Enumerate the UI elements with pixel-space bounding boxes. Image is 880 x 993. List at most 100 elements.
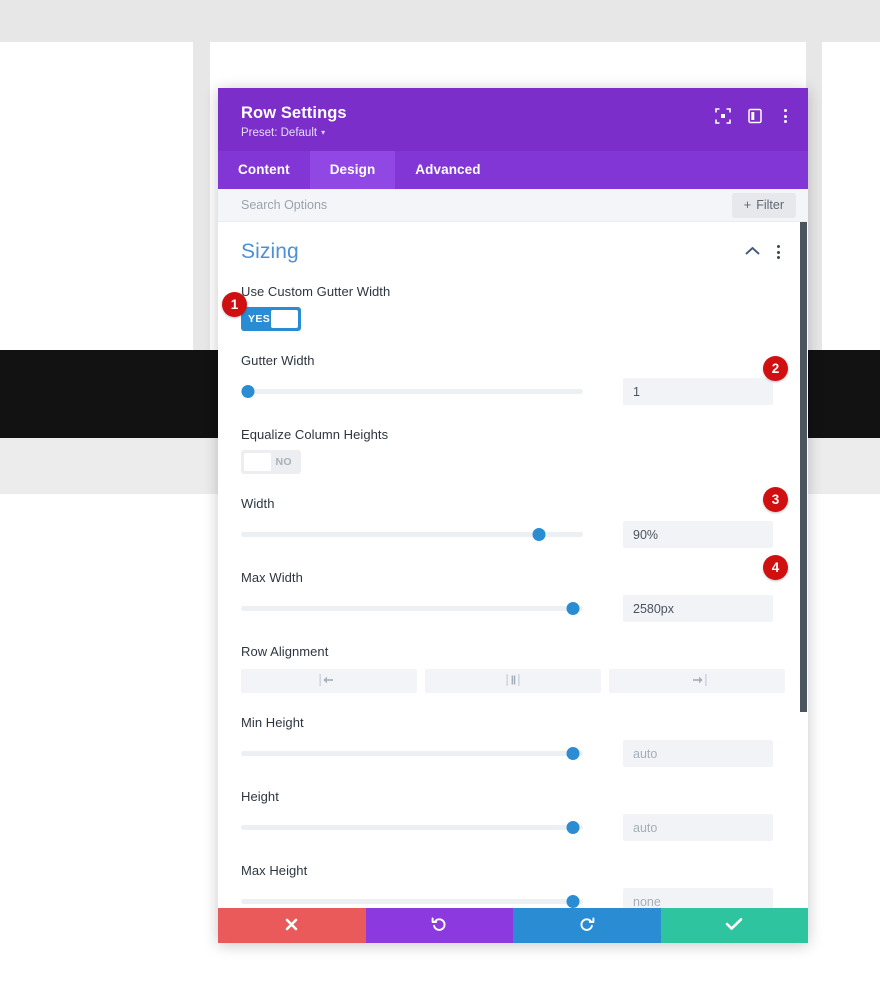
field-gutter-width: Gutter Width [241,331,785,405]
modal-header-titles: Row Settings Preset: Default ▾ [241,103,347,140]
input-gutter-width[interactable] [623,378,773,405]
callout-badge-2: 2 [763,356,788,381]
modal-scrollbar-track[interactable] [799,222,808,908]
field-label-gutter-width: Gutter Width [241,353,315,368]
callout-badge-4: 4 [763,555,788,580]
screen-root: Row Settings Preset: Default ▾ Content D… [0,0,880,993]
preset-selector[interactable]: Preset: Default ▾ [241,126,347,140]
check-icon [725,917,743,934]
chevron-up-icon[interactable] [745,243,760,261]
toggle-knob [244,453,271,471]
slider-thumb[interactable] [532,528,546,541]
tab-content[interactable]: Content [218,151,310,189]
height-row [241,814,785,841]
layout-panel-icon[interactable] [747,108,763,124]
redo-icon [578,916,595,936]
field-width: Width [241,474,785,548]
save-button[interactable] [660,908,808,943]
slider-gutter-width[interactable] [241,382,583,402]
input-max-width[interactable] [623,595,773,622]
tab-design[interactable]: Design [309,151,396,189]
max-width-row [241,595,785,622]
toggle-state-label: NO [275,456,292,468]
field-label-equalize-column-heights: Equalize Column Heights [241,427,389,442]
input-max-height[interactable] [623,888,773,908]
background-right-card [822,42,880,350]
toggle-equalize-column-heights[interactable]: NO [241,450,301,474]
slider-thumb[interactable] [566,747,580,760]
undo-icon [431,916,448,936]
preset-label: Preset: Default [241,127,318,139]
section-more-vertical-icon[interactable] [772,244,785,260]
field-label-max-width: Max Width [241,570,303,585]
field-label-use-custom-gutter-width: Use Custom Gutter Width [241,284,391,299]
slider-thumb[interactable] [566,821,580,834]
callout-badge-1: 1 [222,292,247,317]
field-label-row-alignment: Row Alignment [241,644,329,659]
field-label-height: Height [241,789,279,804]
redo-button[interactable] [513,908,661,943]
slider-max-height[interactable] [241,892,583,908]
field-max-height: Max Height [241,841,785,908]
field-equalize-column-heights: Equalize Column Heights NO [241,405,785,474]
slider-track [241,899,583,904]
search-input[interactable] [241,198,621,212]
field-use-custom-gutter-width: Use Custom Gutter Width YES [241,270,785,331]
input-min-height[interactable] [623,740,773,767]
toggle-knob [271,310,298,328]
slider-thumb[interactable] [566,602,580,615]
slider-track [241,606,583,611]
section-title: Sizing [241,240,299,263]
input-width[interactable] [623,521,773,548]
settings-list: Sizing Use Custom Gutter Width YES Gutte… [218,222,808,908]
page-title: Row Settings [241,104,347,122]
filter-button-label: Filter [756,197,784,212]
undo-button[interactable] [365,908,513,943]
slider-track [241,751,583,756]
slider-thumb[interactable] [566,895,580,908]
slider-height[interactable] [241,818,583,838]
width-row [241,521,785,548]
align-left-button[interactable] [241,669,417,693]
toggle-use-custom-gutter-width[interactable]: YES [241,307,301,331]
field-min-height: Min Height [241,693,785,767]
align-right-icon [687,673,707,689]
modal-scrollbar-thumb[interactable] [800,222,807,712]
section-header-sizing: Sizing [241,222,785,270]
modal-body: Sizing Use Custom Gutter Width YES Gutte… [218,222,808,908]
field-max-width: Max Width [241,548,785,622]
slider-max-width[interactable] [241,599,583,619]
field-label-width: Width [241,496,275,511]
fullscreen-icon[interactable] [715,108,731,124]
field-height: Height [241,767,785,841]
more-vertical-icon[interactable] [779,108,792,124]
align-right-button[interactable] [609,669,785,693]
cancel-button[interactable] [218,908,366,943]
slider-width[interactable] [241,525,583,545]
filter-button[interactable]: + Filter [731,192,796,218]
section-actions [745,243,785,261]
search-row: + Filter [218,189,808,222]
max-height-row [241,888,785,908]
modal-header: Row Settings Preset: Default ▾ [218,88,808,151]
field-label-min-height: Min Height [241,715,304,730]
slider-track [241,825,583,830]
callout-badge-3: 3 [763,487,788,512]
slider-min-height[interactable] [241,744,583,764]
input-height[interactable] [623,814,773,841]
modal-tabs: Content Design Advanced [218,151,808,189]
plus-icon: + [743,197,752,212]
slider-thumb[interactable] [241,385,255,398]
field-row-alignment: Row Alignment [241,622,785,693]
align-center-icon [503,673,523,689]
modal-footer [218,908,808,943]
close-icon [284,917,299,935]
row-settings-modal: Row Settings Preset: Default ▾ Content D… [218,88,808,943]
background-top-band [0,0,880,42]
align-center-button[interactable] [425,669,601,693]
tab-advanced[interactable]: Advanced [395,151,500,189]
slider-track [241,389,583,394]
modal-header-actions [715,103,792,124]
field-label-max-height: Max Height [241,863,308,878]
align-left-icon [319,673,339,689]
